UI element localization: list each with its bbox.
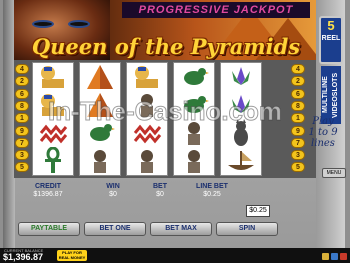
bet-one-button[interactable]: BET ONE [84,222,146,236]
pharaoh-icon [177,147,211,175]
payline-3-marker[interactable]: 3 [15,150,29,161]
win-label: WIN [106,183,120,190]
payline-8-marker[interactable]: 8 [15,100,29,111]
credit-value: $1396.87 [33,191,63,198]
play-lines-line2: 1 to 9 [308,127,338,138]
button-row: PAYTABLE BET ONE BET MAX SPIN [18,222,318,236]
bottom-bar [0,248,350,263]
hieroglyph-icon [130,119,164,147]
payline-4-marker[interactable]: 4 [15,64,29,74]
progressive-jackpot-banner: PROGRESSIVE JACKPOT [122,2,310,18]
settings-button[interactable] [331,253,338,260]
hieroglyph-icon [36,119,70,147]
bet-label: BET [153,183,167,190]
game-title: Queen of the Pyramids [31,34,301,59]
play-lines-label: Play 1 to 9 lines [298,116,348,149]
play-lines-line1: Play [312,116,334,127]
reel-5 [220,62,262,176]
eye-icon [32,20,54,28]
menu-button[interactable]: MENU [322,168,346,178]
lotus-icon [224,63,258,91]
eye-icon [68,20,90,28]
close-button[interactable] [340,253,347,260]
lotus-icon [224,91,258,119]
balance-value: $1,396.87 [3,252,44,262]
payline-5-marker[interactable]: 5 [15,162,29,173]
reel-1 [32,62,74,176]
reel-2 [79,62,121,176]
payline-4-marker[interactable]: 4 [291,64,305,74]
sphinx-icon [130,63,164,91]
reel-label: REEL [321,35,341,42]
bird-icon [177,63,211,91]
payline-3-marker[interactable]: 3 [291,150,305,161]
reel-3 [126,62,168,176]
payline-9-marker[interactable]: 9 [15,125,29,136]
pharaoh-icon [83,147,117,175]
pharaoh-icon [177,119,211,147]
cat-icon [224,119,258,147]
bet-value: $0 [156,191,164,198]
pharaoh-icon [130,147,164,175]
bird-icon [177,91,211,119]
real-money-line2: REAL MONEY [58,255,86,260]
reel-4 [173,62,215,176]
pyramid-icon [83,91,117,119]
line-bet-label: LINE BET [196,183,228,190]
play-real-money-button[interactable]: PLAY FOR REAL MONEY [57,250,87,261]
sphinx-icon [36,63,70,91]
payline-6-marker[interactable]: 6 [291,88,305,99]
payline-1-marker[interactable]: 1 [15,113,29,124]
sphinx-icon [36,91,70,119]
help-button[interactable] [322,253,329,260]
slot-machine-window: PROGRESSIVE JACKPOT Queen of the Pyramid… [0,0,350,263]
reel-count: 5 [327,18,335,33]
paytable-button[interactable]: PAYTABLE [18,222,80,236]
win-value: $0 [109,191,117,198]
bet-max-button[interactable]: BET MAX [150,222,212,236]
payline-8-marker[interactable]: 8 [291,100,305,111]
payline-7-marker[interactable]: 7 [15,137,29,148]
boat-icon [224,147,258,175]
spin-button[interactable]: SPIN [216,222,278,236]
bird-icon [83,119,117,147]
payline-2-marker[interactable]: 2 [291,76,305,87]
payline-6-marker[interactable]: 6 [15,88,29,99]
payline-5-marker[interactable]: 5 [291,162,305,173]
play-lines-line3: lines [311,138,335,149]
line-bet-value: $0.25 [203,191,221,198]
reel-count-badge: 5 REEL [319,16,343,64]
coin-value-selector[interactable]: $0.25 [246,205,270,217]
payline-2-marker[interactable]: 2 [15,76,29,87]
credit-label: CREDIT [34,183,62,190]
ankh-icon [36,147,70,175]
pyramid-icon [83,63,117,91]
pharaoh-icon [130,91,164,119]
